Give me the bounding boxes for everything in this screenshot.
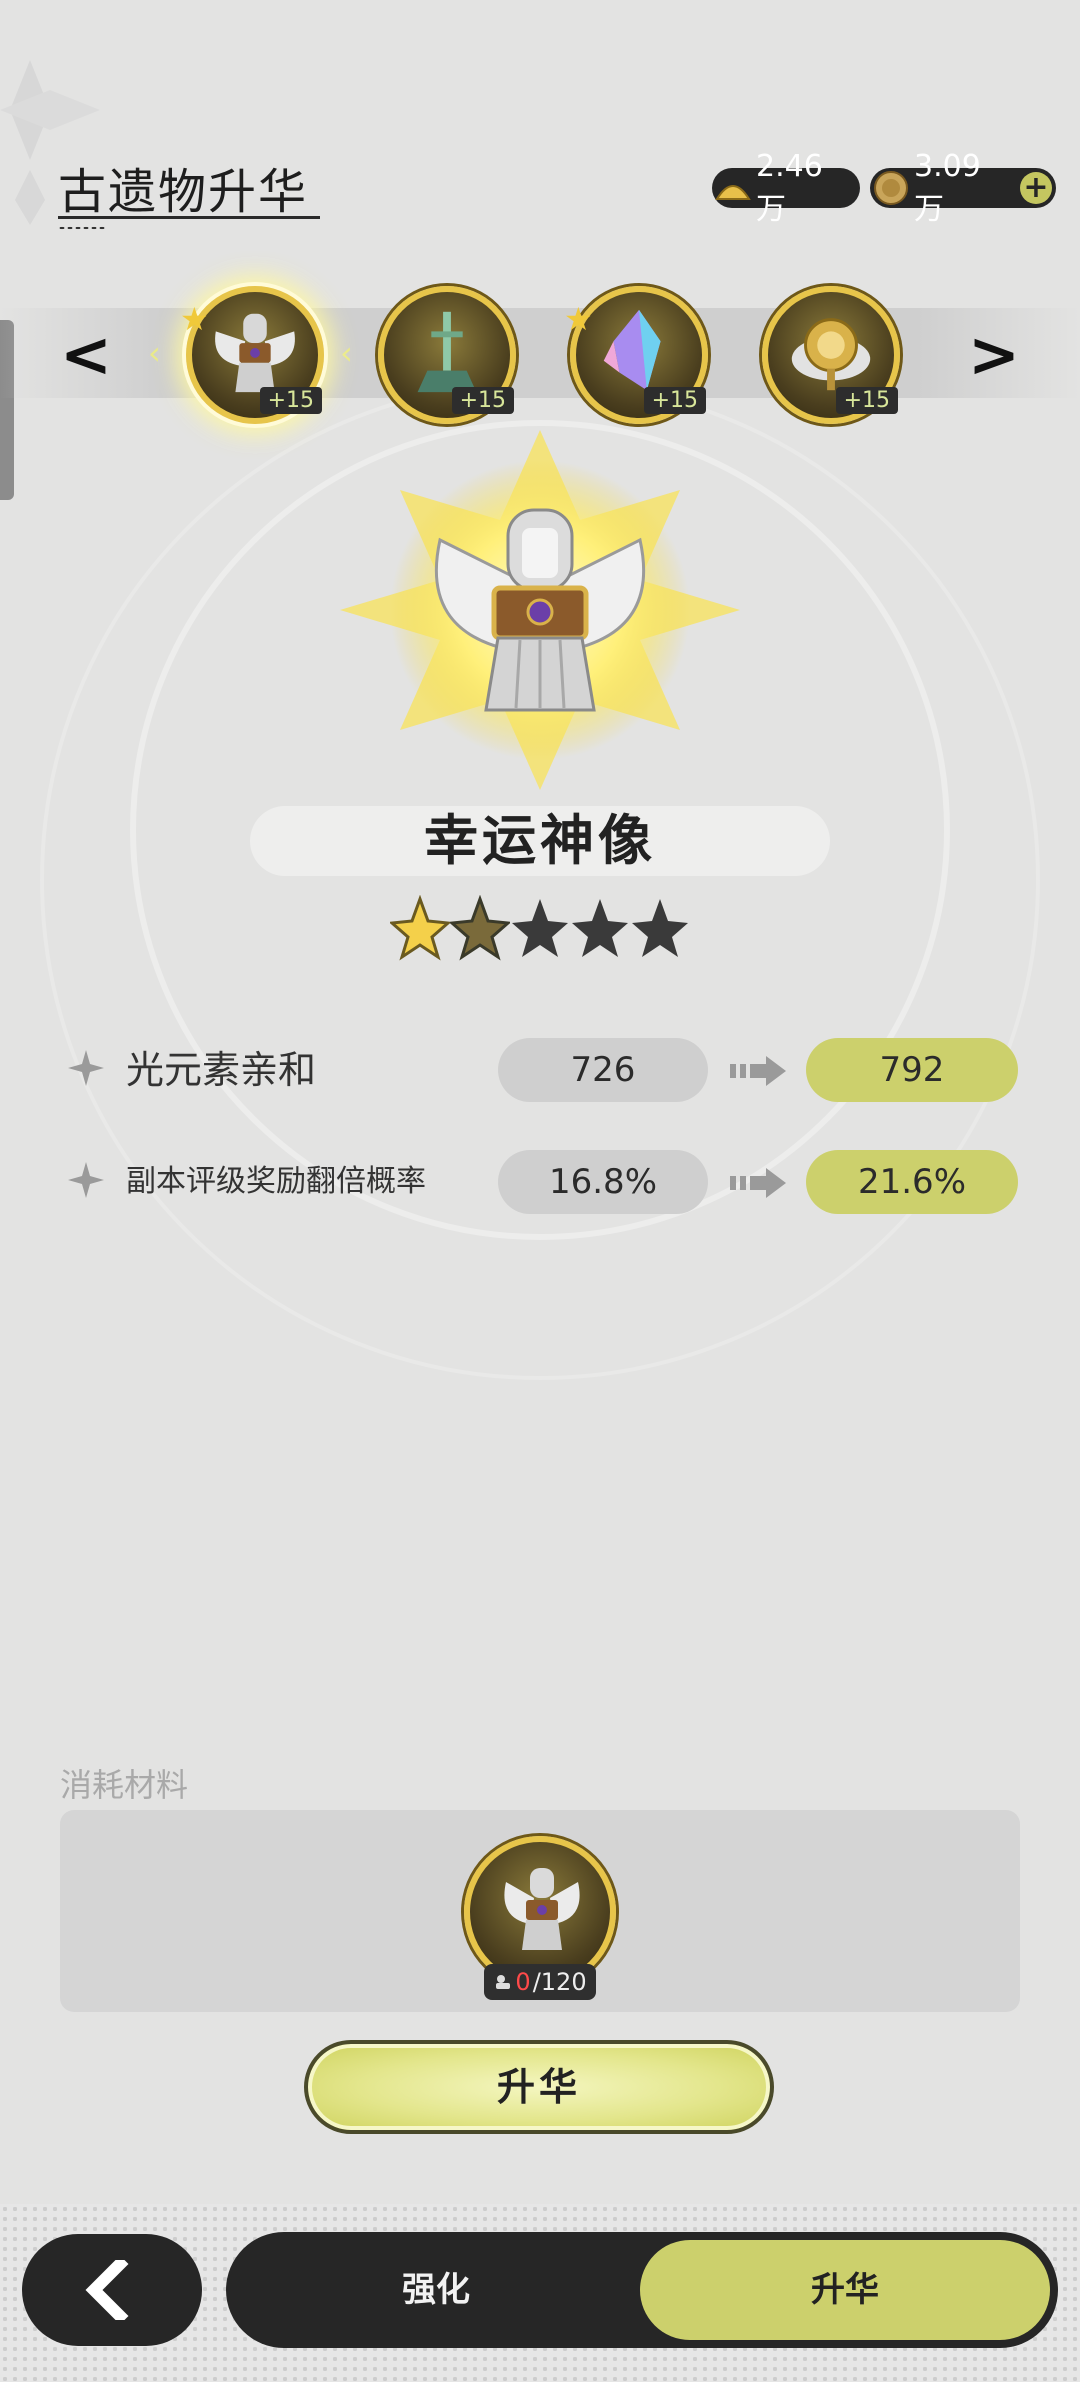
relic-selector-strip bbox=[0, 308, 1080, 398]
star-empty-icon bbox=[632, 899, 688, 957]
tab-ascend[interactable]: 升华 bbox=[640, 2240, 1050, 2340]
tab-enhance[interactable]: 强化 bbox=[236, 2240, 636, 2340]
relic-level-badge: +15 bbox=[259, 387, 322, 414]
star-half-icon bbox=[450, 895, 510, 961]
relic-level-badge: +15 bbox=[835, 387, 898, 414]
favorite-star-icon: ★ bbox=[564, 300, 593, 338]
stat-row: 光元素亲和 726 792 bbox=[66, 1038, 1026, 1102]
relic-slot-compass[interactable]: +15 bbox=[762, 286, 900, 424]
back-arrow-icon bbox=[85, 2260, 129, 2320]
relic-slot-crystal[interactable]: ★ +15 bbox=[564, 286, 708, 424]
ascend-button[interactable]: 升华 bbox=[304, 2040, 774, 2134]
selected-chevron-right-icon: ‹ bbox=[340, 334, 353, 372]
winged-statue-icon bbox=[215, 313, 295, 393]
golden-compass-icon bbox=[791, 318, 871, 391]
sparkle-icon bbox=[68, 1162, 104, 1198]
currency-coin: 3.09万 + bbox=[870, 149, 1056, 227]
star-rating bbox=[390, 895, 690, 965]
stat-label: 光元素亲和 bbox=[126, 1048, 317, 1092]
add-currency-button[interactable]: + bbox=[1020, 172, 1052, 204]
relic-level-badge: +15 bbox=[451, 387, 514, 414]
favorite-star-icon: ★ bbox=[180, 300, 209, 338]
material-required: /120 bbox=[532, 1968, 587, 1996]
gold-pile-icon bbox=[715, 185, 751, 200]
inventory-icon bbox=[496, 1975, 511, 1989]
relic-name: 幸运神像 bbox=[424, 809, 656, 872]
lucky-statue-material-icon bbox=[504, 1868, 580, 1950]
arrow-right-icon bbox=[730, 1056, 786, 1086]
material-owned: 0 bbox=[515, 1968, 531, 1996]
relic-slot-sword-statue[interactable]: +15 bbox=[378, 286, 516, 424]
title-dots bbox=[58, 226, 106, 230]
relic-level-badge: +15 bbox=[643, 387, 706, 414]
page-title: 古遗物升华 bbox=[58, 164, 309, 220]
star-filled-icon bbox=[390, 895, 450, 961]
stat-next-value: 21.6% bbox=[806, 1150, 1018, 1214]
star-empty-icon bbox=[512, 899, 568, 957]
next-relic-button[interactable]: > bbox=[964, 320, 1024, 390]
sparkle-icon bbox=[68, 1050, 104, 1086]
lucky-statue-icon bbox=[434, 508, 646, 712]
coin-icon bbox=[874, 171, 908, 205]
title-underline bbox=[58, 216, 320, 219]
star-empty-icon bbox=[572, 899, 628, 957]
materials-label: 消耗材料 bbox=[60, 1766, 189, 1804]
back-button[interactable] bbox=[22, 2234, 202, 2346]
currency-gold-value: 2.46万 bbox=[756, 148, 823, 227]
stat-current-value: 16.8% bbox=[498, 1150, 708, 1214]
selected-chevron-left-icon: ‹ bbox=[148, 334, 161, 372]
crystal-icon bbox=[603, 309, 661, 391]
currency-gold: 2.46万 bbox=[712, 149, 860, 227]
sword-statue-icon bbox=[417, 311, 477, 393]
currency-coin-value: 3.09万 bbox=[914, 148, 981, 227]
prev-relic-button[interactable]: < bbox=[56, 320, 116, 390]
stat-row: 副本评级奖励翻倍概率 16.8% 21.6% bbox=[66, 1150, 1026, 1214]
stat-next-value: 792 bbox=[806, 1038, 1018, 1102]
relic-slot-lucky-statue[interactable]: ★ +15 bbox=[180, 286, 324, 424]
stat-current-value: 726 bbox=[498, 1038, 708, 1102]
stat-label: 副本评级奖励翻倍概率 bbox=[126, 1164, 426, 1199]
material-count: 0 /120 bbox=[484, 1964, 596, 2000]
arrow-right-icon bbox=[730, 1168, 786, 1198]
